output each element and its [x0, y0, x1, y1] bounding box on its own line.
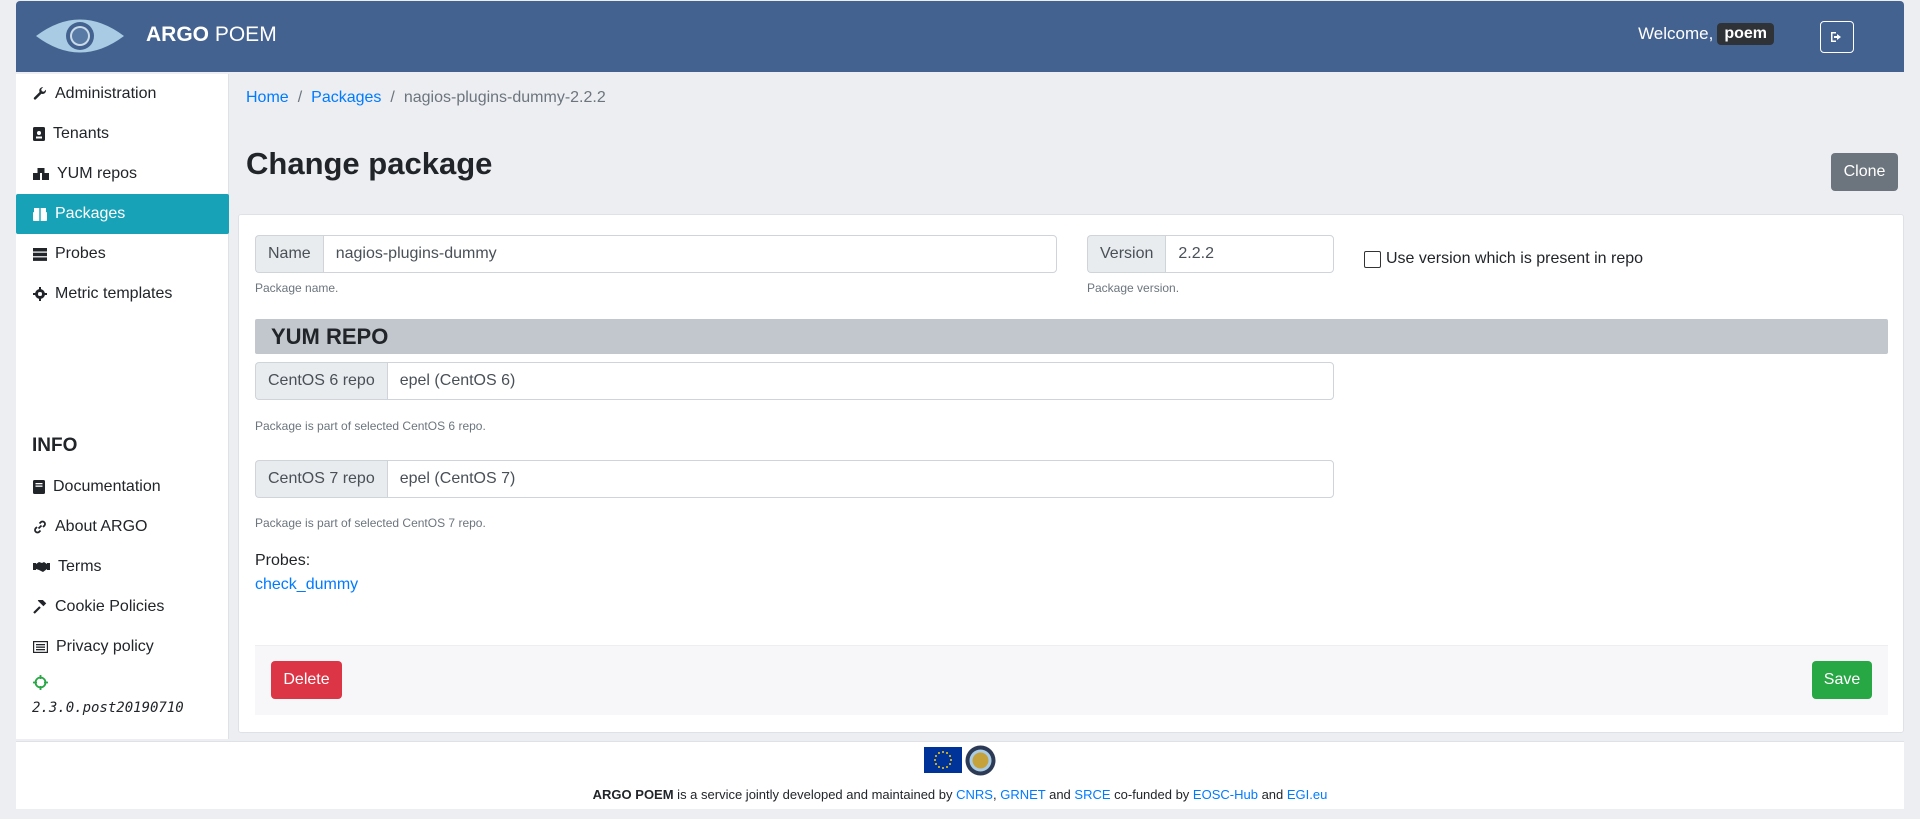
sidebar-item-label: YUM repos	[57, 165, 138, 182]
version-field[interactable]: 2.2.2	[1165, 235, 1334, 273]
link-icon	[34, 520, 46, 534]
probes-label: Probes:	[255, 552, 311, 569]
sidebar-item-metric-templates[interactable]: Metric templates	[16, 274, 229, 314]
brand-title[interactable]: ARGO POEM	[146, 23, 277, 47]
name-label: Name	[255, 235, 323, 273]
footer-link-srce[interactable]: SRCE	[1074, 787, 1110, 802]
wrench-icon	[33, 87, 46, 100]
sidebar-item-cookie-policies[interactable]: Cookie Policies	[16, 587, 229, 627]
brand-bold: ARGO	[146, 23, 209, 46]
use-present-version-checkbox-group[interactable]: Use version which is present in repo	[1364, 250, 1643, 268]
probe-link-check-dummy[interactable]: check_dummy	[255, 576, 358, 594]
centos7-help-text: Package is part of selected CentOS 7 rep…	[255, 516, 486, 530]
footer-credits: ARGO POEM is a service jointly developed…	[0, 787, 1920, 802]
crosshairs-icon	[33, 675, 48, 690]
footer-link-egi[interactable]: EGI.eu	[1287, 787, 1327, 802]
sidebar-item-label: Documentation	[53, 478, 161, 495]
footer-link-grnet[interactable]: GRNET	[1000, 787, 1045, 802]
logout-button[interactable]	[1820, 21, 1854, 53]
version-help-text: Package version.	[1087, 281, 1180, 295]
breadcrumb-separator: /	[297, 89, 303, 106]
eu-flag-icon	[924, 747, 962, 773]
breadcrumb-current: nagios-plugins-dummy-2.2.2	[403, 89, 606, 106]
centos7-repo-field[interactable]: epel (CentOS 7)	[386, 460, 1334, 498]
sidebar-item-tenants[interactable]: Tenants	[16, 114, 229, 154]
sidebar-item-label: About ARGO	[55, 518, 148, 535]
info-heading: INFO	[32, 435, 78, 456]
breadcrumb-separator: /	[390, 89, 395, 106]
sidebar-item-label: Packages	[55, 205, 126, 222]
centos6-repo-field[interactable]: epel (CentOS 6)	[386, 362, 1334, 400]
handshake-icon	[33, 562, 50, 572]
sidebar-item-administration[interactable]: Administration	[16, 74, 229, 114]
sidebar-item-label: Probes	[55, 245, 106, 262]
name-input-group: Name nagios-plugins-dummy	[255, 235, 1057, 273]
cog-icon	[33, 287, 47, 301]
name-help-text: Package name.	[255, 281, 339, 295]
breadcrumb-home-link[interactable]: Home	[246, 89, 289, 107]
use-present-version-checkbox[interactable]	[1364, 250, 1381, 268]
sidebar-item-label: Cookie Policies	[55, 598, 165, 615]
save-button[interactable]: Save	[1812, 661, 1872, 699]
sidebar-item-label: Privacy policy	[56, 638, 154, 655]
centos6-label: CentOS 6 repo	[255, 362, 387, 400]
server-icon	[33, 247, 47, 261]
centos7-label: CentOS 7 repo	[255, 460, 387, 498]
sidebar-item-packages[interactable]: Packages	[16, 194, 229, 234]
list-alt-icon	[33, 641, 48, 653]
argo-small-logo-icon	[965, 745, 996, 776]
sidebar-item-yum-repos[interactable]: YUM repos	[16, 154, 229, 194]
sidebar-item-label: Administration	[55, 85, 157, 102]
clone-button[interactable]: Clone	[1831, 153, 1898, 191]
footer-comma: ,	[992, 787, 997, 802]
book-icon	[33, 480, 45, 494]
sidebar-item-documentation[interactable]: Documentation	[16, 467, 229, 507]
sidebar-item-probes[interactable]: Probes	[16, 234, 229, 274]
yum-repo-section-title: YUM REPO	[255, 319, 1888, 354]
breadcrumb-packages-link[interactable]: Packages	[311, 89, 381, 107]
use-present-version-label: Use version which is present in repo	[1386, 250, 1644, 267]
version-input-group: Version 2.2.2	[1087, 235, 1334, 273]
sidebar-item-privacy-policy[interactable]: Privacy policy	[16, 627, 229, 667]
centos6-help-text: Package is part of selected CentOS 6 rep…	[255, 419, 486, 433]
sidebar-item-label: Tenants	[53, 125, 110, 142]
welcome-text: Welcome,	[1638, 24, 1714, 43]
gavel-icon	[33, 600, 47, 614]
boxes-icon	[33, 168, 49, 180]
footer-and: and	[1045, 787, 1075, 802]
sidebar-item-label: Terms	[58, 558, 102, 575]
centos6-input-group: CentOS 6 repo epel (CentOS 6)	[255, 362, 1334, 400]
footer-text: is a service jointly developed and maint…	[673, 787, 957, 802]
sidebar-item-about-argo[interactable]: About ARGO	[16, 507, 229, 547]
sidebar-item-terms[interactable]: Terms	[16, 547, 229, 587]
brand-rest: POEM	[214, 23, 277, 46]
id-badge-icon	[33, 127, 45, 141]
sidebar: Administration Tenants YUM repos Package…	[16, 74, 229, 739]
sidebar-item-label: Metric templates	[55, 285, 173, 302]
page-title: Change package	[246, 146, 493, 181]
footer-link-cnrs[interactable]: CNRS	[956, 787, 993, 802]
footer-link-eosc-hub[interactable]: EOSC-Hub	[1193, 787, 1258, 802]
username-badge: poem	[1717, 23, 1774, 45]
form-actions-bar	[255, 645, 1888, 715]
top-navbar: ARGO POEM Welcome, poem	[16, 1, 1904, 72]
footer-cofunded: co-funded by	[1110, 787, 1193, 802]
footer-and: and	[1257, 787, 1287, 802]
sign-out-icon	[1831, 32, 1841, 42]
box-icon	[33, 207, 47, 221]
footer-brand: ARGO POEM	[592, 787, 674, 802]
argo-logo-icon[interactable]	[34, 11, 126, 61]
version-label: Version	[1087, 235, 1166, 273]
breadcrumb: Home / Packages / nagios-plugins-dummy-2…	[246, 89, 606, 107]
centos7-input-group: CentOS 7 repo epel (CentOS 7)	[255, 460, 1334, 498]
welcome-area: Welcome, poem	[1638, 23, 1774, 45]
name-field[interactable]: nagios-plugins-dummy	[322, 235, 1057, 273]
version-label: 2.3.0.post20190710	[32, 700, 184, 716]
delete-button[interactable]: Delete	[271, 661, 342, 699]
